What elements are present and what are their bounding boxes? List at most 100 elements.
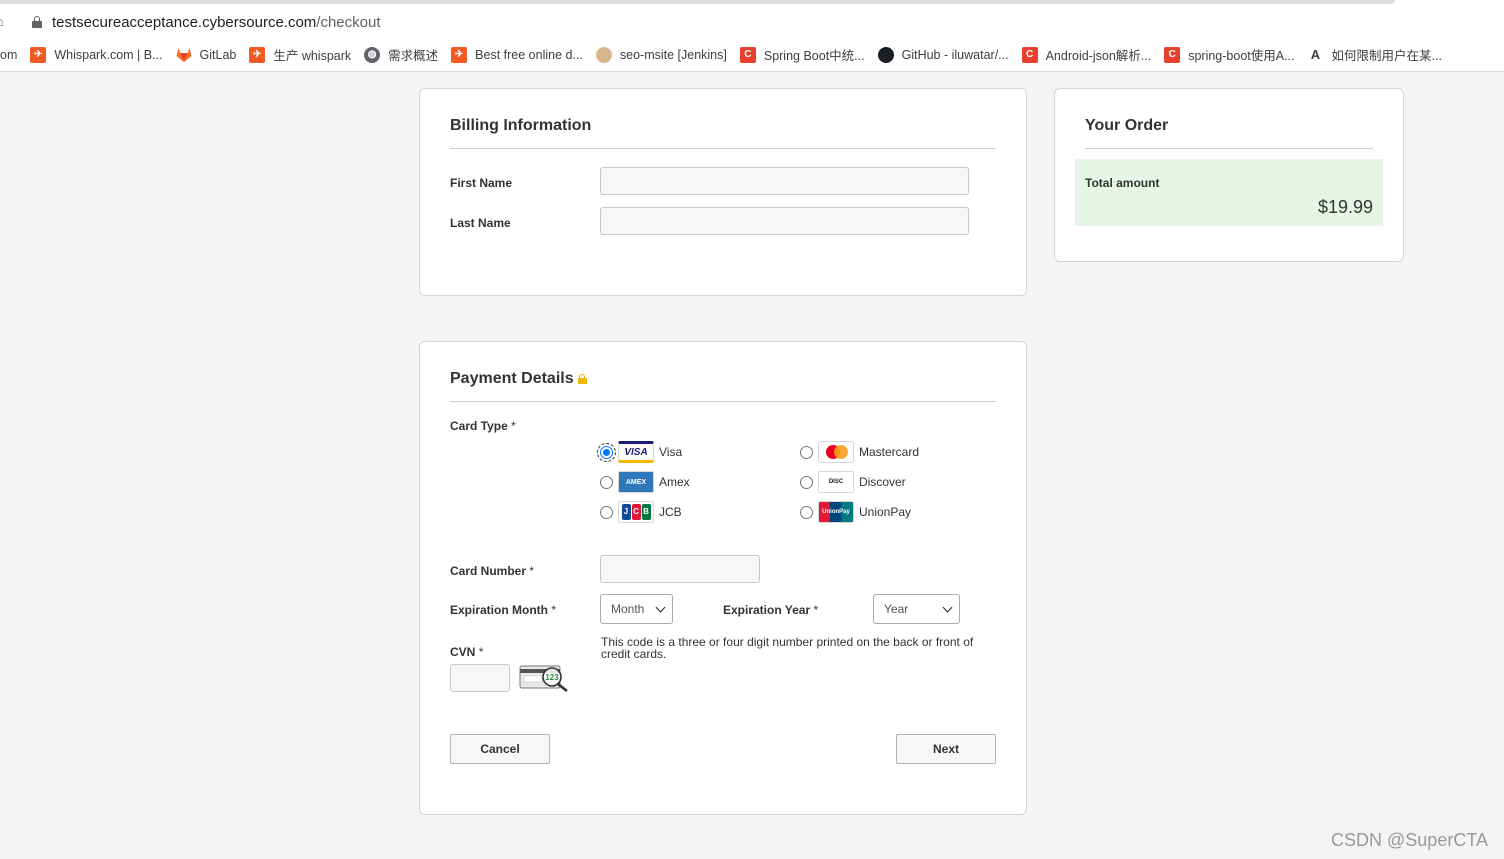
card-option-mastercard[interactable]: Mastercard [800, 440, 919, 464]
divider [450, 401, 996, 402]
globe-icon: ◍ [364, 46, 381, 63]
csdn-icon: C [1021, 46, 1038, 63]
bookmark-requirements[interactable]: ◍ 需求概述 [364, 45, 438, 65]
expiration-month-select[interactable]: Month [600, 594, 673, 624]
discover-label: Discover [859, 475, 906, 489]
bookmark-whispark-prod[interactable]: ✈ 生产 whispark [249, 45, 351, 65]
card-option-jcb[interactable]: JCB JCB [600, 500, 682, 524]
card-option-visa[interactable]: VISA Visa [597, 440, 683, 464]
url-host: testsecureacceptance.cybersource.com [52, 13, 317, 31]
expiration-month-label: Expiration Month * [450, 603, 556, 617]
card-type-label: Card Type * [450, 419, 516, 433]
expiration-year-label: Expiration Year * [723, 603, 818, 617]
visa-logo-icon: VISA [618, 441, 654, 463]
visa-radio[interactable] [597, 442, 616, 462]
whispark-icon: ✈ [249, 46, 266, 63]
cancel-button[interactable]: Cancel [450, 734, 550, 764]
card-number-label-text: Card Number [450, 564, 527, 578]
card-number-label: Card Number * [450, 564, 534, 578]
a-icon: A [1310, 47, 1321, 62]
divider [1085, 148, 1373, 149]
card-type-label-text: Card Type [450, 419, 508, 433]
bookmark-limit-user[interactable]: A 如何限制用户在某... [1308, 45, 1442, 65]
bookmark-whispark[interactable]: ✈ Whispark.com | B... [30, 45, 163, 65]
bookmark-label: Android-json解析... [1045, 49, 1152, 63]
bookmark-spring-boot[interactable]: C Spring Boot中统... [739, 45, 865, 65]
github-icon [877, 46, 894, 63]
cvn-card-digits: 123 [545, 673, 559, 682]
csdn-icon: C [1164, 46, 1181, 63]
lock-icon[interactable] [32, 16, 42, 28]
cvn-input[interactable] [450, 664, 510, 692]
bookmark-gitlab[interactable]: GitLab [176, 45, 237, 65]
jcb-logo-icon: JCB [618, 501, 654, 523]
cvn-help-text: This code is a three or four digit numbe… [601, 635, 974, 661]
tab-strip [0, 0, 1395, 4]
unionpay-logo-icon: UnionPay [818, 501, 854, 523]
last-name-label: Last Name [450, 216, 511, 230]
watermark: CSDN @SuperCTA [1331, 830, 1488, 850]
expiration-month-label-text: Expiration Month [450, 603, 548, 617]
jenkins-icon [595, 46, 612, 63]
visa-label: Visa [659, 445, 683, 459]
whispark-icon: ✈ [451, 46, 468, 63]
bookmark-label: GitLab [199, 47, 237, 62]
gitlab-icon [176, 47, 192, 63]
padlock-icon [577, 374, 587, 384]
amex-label: Amex [659, 475, 690, 489]
bookmark-label: spring-boot使用A... [1188, 49, 1295, 63]
bookmark-label: Whispark.com | B... [54, 47, 163, 62]
bookmark-label: om [0, 47, 18, 62]
next-button[interactable]: Next [896, 734, 996, 764]
bookmark-jenkins[interactable]: seo-msite [Jenkins] [595, 45, 727, 65]
bookmark-best-free[interactable]: ✈ Best free online d... [451, 45, 583, 65]
chevron-down-icon [942, 602, 953, 612]
url-field[interactable]: testsecureacceptance.cybersource.com/che… [12, 8, 381, 36]
payment-panel: Payment Details Card Type * VISA Visa Ma… [419, 341, 1027, 815]
total-amount: $19.99 [1317, 197, 1373, 217]
address-bar: ⌂ testsecureacceptance.cybersource.com/c… [0, 0, 1504, 38]
first-name-input[interactable] [600, 167, 969, 195]
mastercard-radio[interactable] [800, 445, 813, 459]
order-title: Your Order [1085, 117, 1169, 134]
required-mark: * [529, 564, 535, 578]
last-name-input[interactable] [600, 207, 969, 235]
card-option-discover[interactable]: DISC Discover [800, 470, 906, 494]
bookmark-label: 需求概述 [388, 49, 439, 63]
bookmark-label: Best free online d... [475, 47, 583, 62]
total-box: Total amount $19.99 [1075, 159, 1383, 226]
card-option-unionpay[interactable]: UnionPay UnionPay [800, 500, 911, 524]
card-option-amex[interactable]: AMEX Amex [600, 470, 690, 494]
url-path: /checkout [316, 13, 381, 31]
discover-logo-icon: DISC [818, 471, 854, 493]
bookmark-label: seo-msite [Jenkins] [619, 47, 727, 62]
bookmark-label: 如何限制用户在某... [1331, 49, 1442, 63]
expiration-month-value: Month [611, 602, 645, 616]
total-label: Total amount [1085, 176, 1160, 190]
home-icon[interactable]: ⌂ [0, 14, 4, 29]
bookmark-github[interactable]: GitHub - iluwatar/... [877, 45, 1009, 65]
expiration-year-select[interactable]: Year [873, 594, 960, 624]
first-name-label: First Name [450, 176, 513, 190]
required-mark: * [551, 603, 557, 617]
discover-radio[interactable] [800, 475, 813, 489]
bookmark-spring-boot-use[interactable]: Cspring-boot使用A... [1164, 45, 1295, 65]
divider [450, 148, 996, 149]
required-mark: * [478, 645, 484, 659]
bookmarks-bar: om ✈ Whispark.com | B... GitLab ✈ 生产 whisp… [0, 38, 1504, 72]
bookmark-label: GitHub - iluwatar/... [901, 47, 1009, 62]
card-number-input[interactable] [600, 555, 760, 583]
amex-radio[interactable] [600, 475, 613, 489]
bookmark-label: 生产 whispark [273, 49, 352, 63]
jcb-radio[interactable] [600, 505, 613, 519]
bookmark-android-json[interactable]: C Android-json解析... [1021, 45, 1152, 65]
bookmark-0[interactable]: om [0, 45, 17, 65]
required-mark: * [511, 419, 516, 433]
cvn-label: CVN * [450, 645, 483, 659]
billing-panel: Billing Information First Name Last Name [419, 88, 1027, 296]
amex-logo-icon: AMEX [618, 471, 654, 493]
payment-title-text: Payment Details [450, 370, 574, 387]
bookmark-label: Spring Boot中统... [763, 49, 865, 63]
unionpay-radio[interactable] [800, 505, 813, 519]
expiration-year-value: Year [884, 602, 909, 616]
